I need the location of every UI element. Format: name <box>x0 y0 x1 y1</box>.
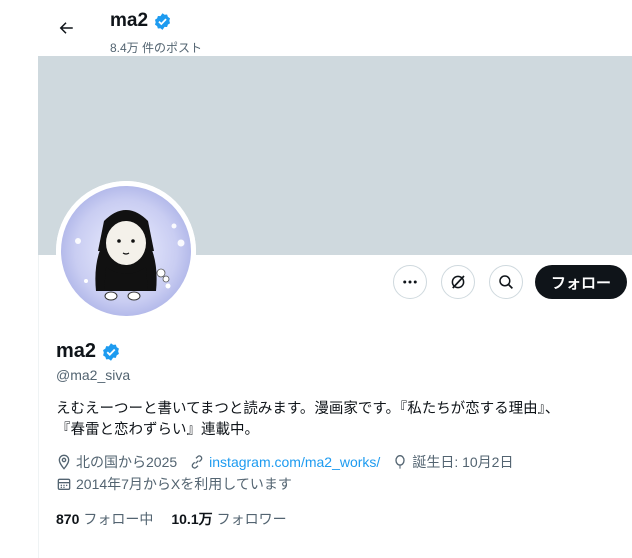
location-icon <box>58 454 70 470</box>
more-button[interactable] <box>393 265 427 299</box>
follow-stats: 870 フォロー中 10.1万 フォロワー <box>56 509 287 529</box>
profile-link[interactable]: instagram.com/ma2_works/ <box>209 454 380 470</box>
profile-joined-row: 2014年7月からXを利用しています <box>56 474 304 494</box>
search-button[interactable] <box>489 265 523 299</box>
profile-bio: えむえーつーと書いてまつと読みます。漫画家です。『私たちが恋する理由』、 『春雷… <box>56 399 616 441</box>
following-stat[interactable]: 870 フォロー中 <box>56 509 153 529</box>
more-icon <box>403 280 417 284</box>
header-title: ma2 <box>110 10 172 32</box>
grok-button[interactable] <box>441 265 475 299</box>
avatar-illustration <box>56 181 196 321</box>
post-count: 8.4万 件のポスト <box>110 41 203 55</box>
bio-line-1: えむえーつーと書いてまつと読みます。漫画家です。『私たちが恋する理由』、 <box>56 401 560 417</box>
follow-button[interactable]: フォロー <box>535 265 628 299</box>
birthday-item: 誕生日: 10月2日 <box>392 452 513 472</box>
back-button[interactable] <box>52 14 80 42</box>
calendar-icon <box>57 478 71 490</box>
profile-meta-row: 北の国から2025 instagram.com/ma2_works/ 誕生日: … <box>56 452 525 472</box>
verified-badge-icon <box>155 12 171 30</box>
following-label: フォロー中 <box>83 511 154 527</box>
search-icon <box>499 275 513 289</box>
profile-actions: フォロー <box>393 265 628 299</box>
bio-line-2: 『春雷と恋わずらい』連載中。 <box>56 422 259 438</box>
profile-handle: @ma2_siva <box>56 367 131 383</box>
verified-badge-icon[interactable] <box>101 342 121 362</box>
joined-item: 2014年7月からXを利用しています <box>56 474 292 494</box>
link-item[interactable]: instagram.com/ma2_works/ <box>189 454 380 470</box>
avatar[interactable] <box>56 181 196 321</box>
location-item: 北の国から2025 <box>56 452 177 472</box>
grok-icon <box>451 275 465 289</box>
birthday-text: 誕生日: 10月2日 <box>412 454 514 470</box>
link-icon <box>191 455 203 469</box>
joined-text: 2014年7月からXを利用しています <box>76 476 292 492</box>
followers-label: フォロワー <box>216 511 287 527</box>
location-text: 北の国から2025 <box>76 454 178 470</box>
header-name-text: ma2 <box>110 10 149 31</box>
back-arrow-icon <box>59 22 73 34</box>
followers-count: 10.1万 <box>171 511 213 527</box>
followers-stat[interactable]: 10.1万 フォロワー <box>171 509 286 529</box>
balloon-icon <box>395 455 405 469</box>
profile-name: ma2 <box>56 340 121 363</box>
profile-name-text: ma2 <box>56 340 97 362</box>
following-count: 870 <box>56 511 80 527</box>
profile-header: ma2 8.4万 件のポスト <box>38 0 632 56</box>
